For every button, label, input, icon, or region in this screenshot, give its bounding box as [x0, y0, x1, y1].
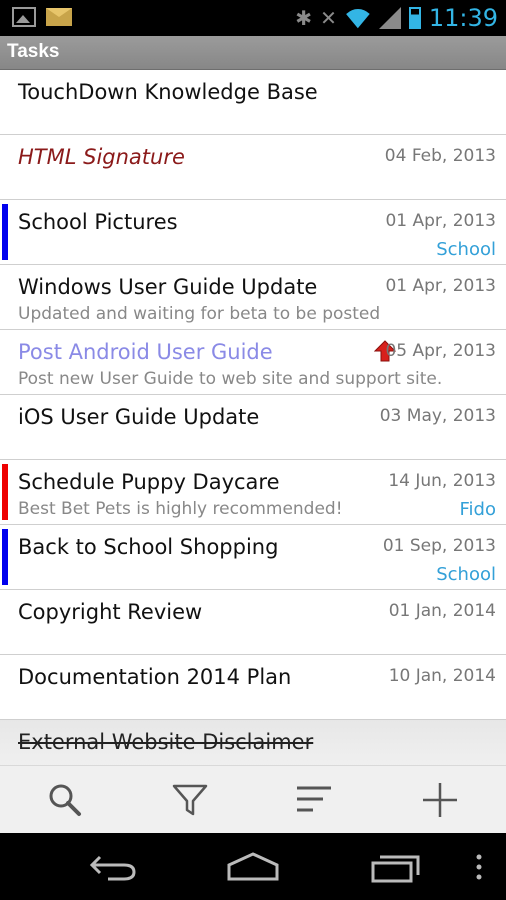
- task-row[interactable]: Copyright Review 01 Jan, 2014: [0, 590, 506, 655]
- system-nav-bar: [0, 833, 506, 900]
- task-row[interactable]: Documentation 2014 Plan 10 Jan, 2014: [0, 655, 506, 720]
- task-category: School: [436, 239, 496, 260]
- task-list[interactable]: TouchDown Knowledge Base HTML Signature 04…: [0, 70, 506, 765]
- title-bar: Tasks: [0, 36, 506, 70]
- task-note: Updated and waiting for beta to be poste…: [18, 304, 381, 324]
- task-title: Documentation 2014 Plan: [18, 665, 292, 689]
- gallery-icon: [12, 7, 36, 27]
- task-title: Copyright Review: [18, 600, 203, 624]
- task-row[interactable]: HTML Signature 04 Feb, 2013: [0, 135, 506, 200]
- task-title: TouchDown Knowledge Base: [18, 80, 318, 104]
- task-row[interactable]: iOS User Guide Update 03 May, 2013: [0, 395, 506, 460]
- home-button[interactable]: [226, 851, 280, 883]
- signal-icon: [378, 7, 401, 29]
- task-title: Post Android User Guide: [18, 340, 273, 364]
- task-row[interactable]: Post Android User Guide 05 Apr, 2013 Post …: [0, 330, 506, 395]
- mute-icon: ✕: [320, 6, 337, 30]
- filter-icon: [172, 784, 208, 816]
- search-icon: [49, 784, 81, 816]
- task-due-date: 01 Apr, 2013: [385, 211, 496, 231]
- task-row[interactable]: Schedule Puppy Daycare 14 Jun, 2013 Best B…: [0, 460, 506, 525]
- bluetooth-icon: ✱: [295, 6, 313, 30]
- task-color-flag: [2, 529, 8, 585]
- task-title: External Website Disclaimer: [18, 730, 314, 754]
- sort-icon: [297, 786, 331, 812]
- sort-button[interactable]: [295, 780, 335, 820]
- battery-icon: [408, 7, 421, 29]
- task-row[interactable]: External Website Disclaimer: [0, 720, 506, 765]
- task-due-date: 01 Sep, 2013: [382, 536, 496, 556]
- mail-icon: [46, 8, 72, 26]
- bottom-toolbar: [0, 765, 506, 833]
- task-category: Fido: [459, 499, 496, 520]
- task-due-date: 10 Jan, 2014: [388, 666, 496, 686]
- recent-apps-button[interactable]: [370, 851, 422, 883]
- task-title: Windows User Guide Update: [18, 275, 318, 299]
- page-title: Tasks: [7, 41, 60, 62]
- task-due-date: 01 Apr, 2013: [385, 276, 496, 296]
- task-row[interactable]: Windows User Guide Update 01 Apr, 2013 Upd…: [0, 265, 506, 330]
- filter-button[interactable]: [170, 780, 210, 820]
- back-button[interactable]: [88, 851, 138, 883]
- task-due-date: 05 Apr, 2013: [385, 341, 496, 361]
- task-due-date: 04 Feb, 2013: [384, 146, 496, 166]
- add-icon: [423, 783, 457, 817]
- task-title: Schedule Puppy Daycare: [18, 470, 280, 494]
- clock: 11:39: [428, 4, 498, 32]
- add-button[interactable]: [420, 780, 460, 820]
- task-due-date: 03 May, 2013: [379, 406, 496, 426]
- overflow-menu-button[interactable]: [472, 851, 486, 883]
- status-bar: ✱ ✕ 11:39: [0, 0, 506, 36]
- task-note: Best Bet Pets is highly recommended!: [18, 499, 343, 519]
- task-note: Post new User Guide to web site and supp…: [18, 369, 443, 389]
- recent-apps-icon: [371, 855, 420, 883]
- task-title: HTML Signature: [18, 145, 185, 169]
- task-color-flag: [2, 464, 8, 520]
- search-button[interactable]: [45, 780, 85, 820]
- task-due-date: 14 Jun, 2013: [388, 471, 496, 491]
- task-row[interactable]: School Pictures 01 Apr, 2013 School: [0, 200, 506, 265]
- wifi-icon: [345, 7, 371, 29]
- menu-icon: [476, 854, 482, 880]
- home-icon: [227, 852, 279, 881]
- back-icon: [89, 855, 136, 881]
- task-due-date: 01 Jan, 2014: [388, 601, 496, 621]
- task-color-flag: [2, 204, 8, 260]
- task-row[interactable]: Back to School Shopping 01 Sep, 2013 Schoo…: [0, 525, 506, 590]
- task-title: School Pictures: [18, 210, 178, 234]
- task-category: School: [436, 564, 496, 585]
- task-title: Back to School Shopping: [18, 535, 279, 559]
- task-row[interactable]: TouchDown Knowledge Base: [0, 70, 506, 135]
- task-title: iOS User Guide Update: [18, 405, 260, 429]
